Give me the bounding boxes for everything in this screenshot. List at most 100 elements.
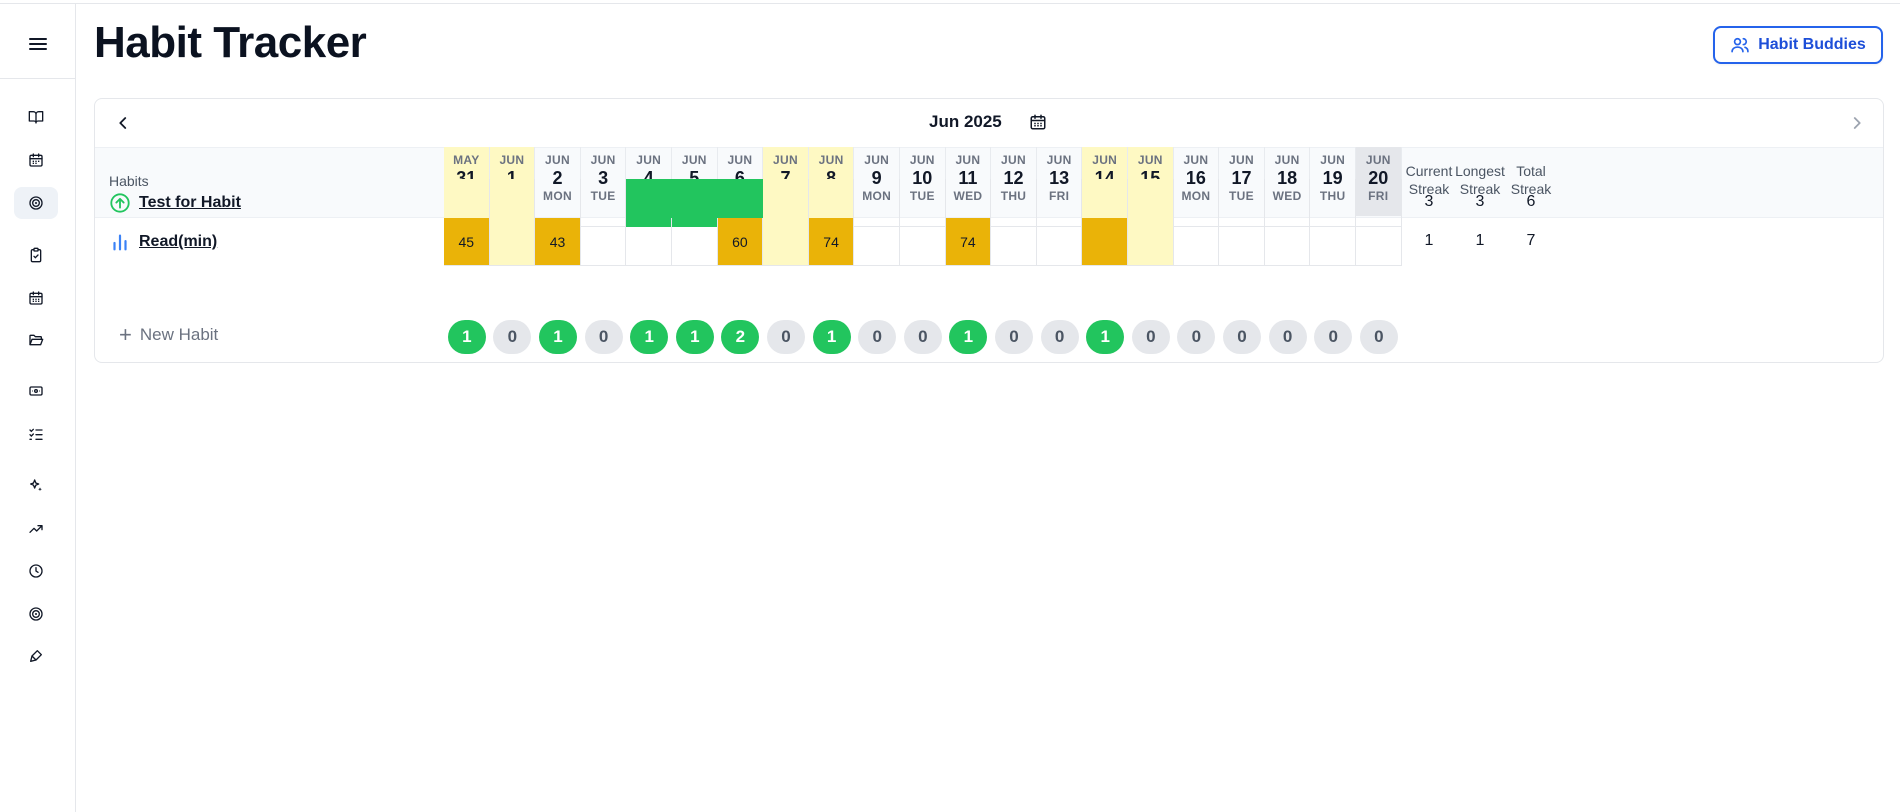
sidebar-item-schedule[interactable] bbox=[14, 282, 58, 314]
sidebar-item-draw[interactable] bbox=[14, 640, 58, 672]
day-month: JUN bbox=[499, 153, 525, 167]
habit-day-cell[interactable]: 74 bbox=[945, 218, 992, 266]
stat-header-line1: Total bbox=[1516, 163, 1546, 179]
daily-count-badge: 0 bbox=[1223, 320, 1261, 354]
calendar-icon bbox=[29, 153, 43, 167]
chevron-right-icon bbox=[1853, 117, 1861, 129]
sidebar-item-files[interactable] bbox=[14, 324, 58, 356]
month-picker-button[interactable] bbox=[1028, 112, 1048, 132]
daily-count-badge: 0 bbox=[1359, 320, 1398, 354]
habit-day-cell[interactable] bbox=[854, 218, 900, 266]
habit-day-cell[interactable] bbox=[1264, 218, 1311, 266]
calendar-days-icon bbox=[29, 291, 43, 305]
daily-count-badge: 0 bbox=[767, 320, 805, 354]
total-streak-value: 7 bbox=[1526, 232, 1536, 249]
daily-count-badge: 2 bbox=[721, 320, 760, 354]
bar-chart-icon bbox=[109, 231, 131, 253]
clipboard-check-icon bbox=[30, 247, 42, 263]
list-checks-icon bbox=[29, 428, 43, 440]
sidebar-item-budget[interactable] bbox=[14, 375, 58, 407]
daily-count-badge: 0 bbox=[1131, 320, 1170, 354]
sidebar bbox=[0, 4, 76, 812]
target-icon bbox=[29, 196, 43, 210]
users-icon bbox=[1731, 37, 1749, 53]
page-title: Habit Tracker bbox=[94, 18, 367, 67]
day-month: JUN bbox=[909, 153, 935, 167]
habit-day-cell[interactable]: 43 bbox=[535, 218, 581, 266]
calendar-icon bbox=[1030, 114, 1046, 130]
daily-count-badge: 0 bbox=[995, 320, 1033, 354]
daily-count-badge: 1 bbox=[1086, 320, 1125, 354]
habit-day-cell[interactable] bbox=[1082, 218, 1128, 266]
prev-month-button[interactable] bbox=[113, 113, 133, 133]
habit-name-link[interactable]: Read(min) bbox=[139, 233, 217, 251]
daily-count-badge: 1 bbox=[949, 320, 988, 354]
daily-count-badge: 1 bbox=[675, 320, 714, 354]
day-month: JUN bbox=[773, 153, 798, 167]
day-month: JUN bbox=[1183, 153, 1209, 167]
day-month: JUN bbox=[681, 153, 707, 167]
sidebar-divider bbox=[0, 78, 75, 79]
daily-count-badge: 1 bbox=[630, 320, 669, 354]
daily-count-badge: 0 bbox=[1314, 320, 1353, 354]
habit-day-cell[interactable]: 74 bbox=[808, 218, 855, 266]
habit-day-cell[interactable] bbox=[672, 218, 718, 266]
habit-day-cell[interactable] bbox=[1356, 218, 1402, 266]
folder-open-icon bbox=[29, 334, 44, 346]
book-icon bbox=[28, 111, 44, 124]
habit-name-link[interactable]: Test for Habit bbox=[139, 194, 241, 212]
sidebar-item-book[interactable] bbox=[14, 101, 58, 133]
day-month: MAY bbox=[453, 153, 480, 167]
habit-day-cell[interactable]: 45 bbox=[444, 218, 490, 266]
habit-name-row: Read(min) bbox=[109, 218, 217, 266]
sidebar-item-progress[interactable] bbox=[14, 513, 58, 545]
habit-day-cell[interactable] bbox=[1036, 218, 1083, 266]
day-month: JUN bbox=[1365, 153, 1391, 167]
sidebar-item-time[interactable] bbox=[14, 555, 58, 587]
month-label: Jun 2025 bbox=[929, 112, 1002, 131]
sidebar-item-tasks[interactable] bbox=[14, 239, 58, 271]
day-month: JUN bbox=[1274, 153, 1300, 167]
menu-icon[interactable] bbox=[29, 37, 47, 51]
clock-icon bbox=[29, 564, 43, 578]
habit-buddies-label: Habit Buddies bbox=[1758, 36, 1866, 53]
brush-icon bbox=[30, 650, 42, 662]
habit-day-cell[interactable]: 60 bbox=[717, 218, 764, 266]
day-month: JUN bbox=[545, 153, 570, 167]
top-border bbox=[0, 3, 1900, 4]
day-month: JUN bbox=[1137, 153, 1163, 167]
habit-day-cell[interactable] bbox=[991, 218, 1037, 266]
habit-day-cell[interactable] bbox=[900, 218, 946, 266]
daily-count-badge: 0 bbox=[903, 320, 942, 354]
target-icon bbox=[29, 607, 43, 621]
habit-day-cell[interactable] bbox=[1173, 218, 1220, 266]
day-month: JUN bbox=[818, 153, 844, 167]
day-month: JUN bbox=[636, 153, 662, 167]
daily-count-badge: 0 bbox=[858, 320, 897, 354]
arrow-up-circle-icon bbox=[109, 192, 131, 214]
habit-day-cell[interactable] bbox=[1310, 218, 1356, 266]
habit-day-cell[interactable] bbox=[626, 218, 672, 266]
habit-tracker-card: Jun 2025 Habits MAY31SATJUN1SUNJUN2MONJU… bbox=[94, 98, 1884, 363]
daily-count-badge: 0 bbox=[1177, 320, 1216, 354]
sidebar-item-calendar[interactable] bbox=[14, 144, 58, 176]
new-habit-button[interactable]: + New Habit bbox=[119, 324, 218, 346]
habit-day-cell[interactable] bbox=[580, 218, 627, 266]
habit-day-cell[interactable] bbox=[763, 218, 809, 266]
day-month: JUN bbox=[1092, 153, 1118, 167]
chevron-left-icon bbox=[119, 117, 127, 129]
sidebar-item-checklist[interactable] bbox=[14, 418, 58, 450]
day-month: JUN bbox=[864, 153, 890, 167]
day-month: JUN bbox=[1046, 153, 1072, 167]
habit-day-cell[interactable] bbox=[489, 218, 536, 266]
habit-buddies-button[interactable]: Habit Buddies bbox=[1713, 26, 1883, 64]
sidebar-item-habits[interactable] bbox=[14, 187, 58, 219]
habit-day-cell[interactable] bbox=[1128, 218, 1174, 266]
sidebar-item-ai[interactable] bbox=[14, 470, 58, 502]
sparkles-icon bbox=[30, 479, 42, 492]
habit-day-cell[interactable] bbox=[1219, 218, 1265, 266]
next-month-button[interactable] bbox=[1847, 113, 1867, 133]
daily-count-badge: 0 bbox=[584, 320, 623, 354]
day-month: JUN bbox=[1229, 153, 1254, 167]
sidebar-item-goals[interactable] bbox=[14, 598, 58, 630]
